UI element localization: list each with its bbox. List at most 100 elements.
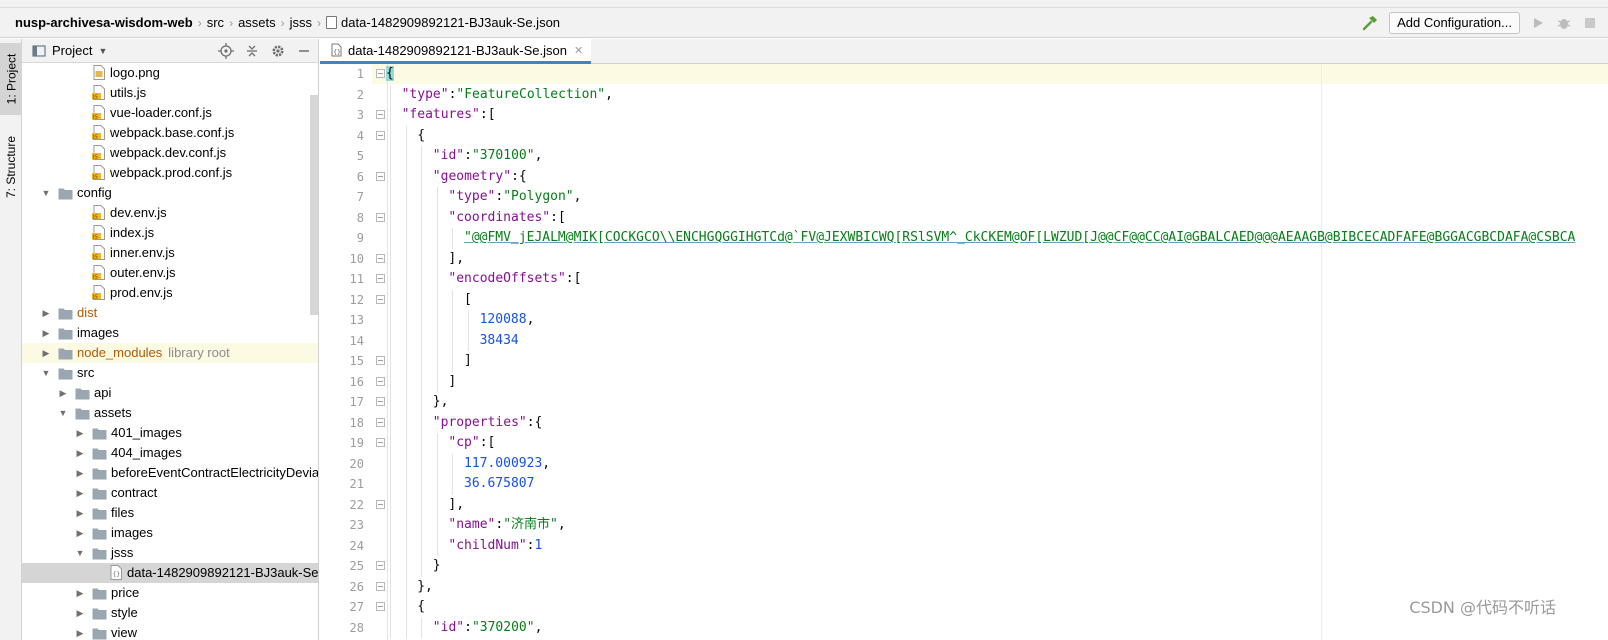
chevron-down-icon[interactable]: ▼ [41, 363, 51, 383]
chevron-right-icon[interactable]: ▶ [41, 323, 51, 343]
close-icon[interactable]: ✕ [574, 44, 583, 57]
debug-icon[interactable] [1556, 15, 1572, 31]
tree-folder-row[interactable]: ▶ api [22, 383, 318, 403]
tree-folder-row[interactable]: ▶ style [22, 603, 318, 623]
tree-file-row[interactable]: JS outer.env.js [22, 263, 318, 283]
tree-folder-row[interactable]: ▶ files [22, 503, 318, 523]
chevron-down-icon[interactable]: ▼ [75, 543, 85, 563]
line-number: 7 [356, 190, 364, 204]
tree-folder-row[interactable]: ▼ jsss [22, 543, 318, 563]
indent-guide [452, 474, 454, 495]
chevron-right-icon[interactable]: ▶ [75, 623, 85, 640]
tree-file-row[interactable]: JS prod.env.js [22, 283, 318, 303]
fold-marker-icon[interactable] [376, 253, 385, 263]
tree-folder-row[interactable]: ▶ images [22, 323, 318, 343]
breadcrumb-separator: › [280, 15, 285, 30]
chevron-right-icon[interactable]: ▶ [41, 303, 51, 323]
run-icon[interactable] [1530, 15, 1546, 31]
fold-marker-icon[interactable] [376, 499, 385, 509]
line-number: 13 [349, 313, 364, 327]
fold-marker-icon[interactable] [376, 130, 385, 140]
fold-marker-icon[interactable] [376, 376, 385, 386]
tree-file-row[interactable]: JS utils.js [22, 83, 318, 103]
hide-panel-icon[interactable] [296, 43, 312, 59]
tree-file-row[interactable]: JS index.js [22, 223, 318, 243]
chevron-down-icon[interactable]: ▼ [58, 403, 68, 423]
fold-marker-icon[interactable] [376, 110, 385, 119]
tree-folder-row[interactable]: ▶ contract [22, 483, 318, 503]
chevron-right-icon[interactable]: ▶ [75, 523, 85, 543]
gear-icon[interactable] [270, 43, 286, 59]
code-editor[interactable]: 1{2 "type":"FeatureCollection", 3 "features… [320, 64, 1608, 640]
fold-marker-icon[interactable] [376, 397, 385, 406]
tree-folder-row[interactable]: ▶ 401_images [22, 423, 318, 443]
tree-folder-row[interactable]: ▶ price [22, 583, 318, 603]
indent-guide [421, 289, 423, 310]
line-number: 23 [349, 518, 364, 532]
chevron-right-icon[interactable]: ▶ [58, 383, 68, 403]
chevron-right-icon[interactable]: ▶ [41, 343, 51, 363]
indent-guide [390, 146, 391, 167]
chevron-right-icon[interactable]: ▶ [75, 443, 85, 463]
fold-marker-icon[interactable] [376, 602, 385, 611]
tab-json-file[interactable]: {} data-1482909892121-BJ3auk-Se.json ✕ [320, 39, 592, 64]
indent-guide [452, 330, 454, 351]
tree-file-row[interactable]: JS webpack.dev.conf.js [22, 143, 318, 163]
chevron-right-icon[interactable]: ▶ [75, 483, 85, 503]
tree-folder-row[interactable]: ▼ config [22, 183, 318, 203]
fold-marker-icon[interactable] [376, 171, 385, 181]
breadcrumb-item[interactable]: src [204, 15, 227, 30]
line-number: 20 [349, 456, 364, 471]
tree-folder-row[interactable]: ▼ src [22, 363, 318, 383]
tree-folder-row[interactable]: ▶ images [22, 523, 318, 543]
fold-marker-icon[interactable] [376, 212, 385, 222]
fold-marker-icon[interactable] [376, 561, 385, 570]
project-tree-scrollbar[interactable] [310, 95, 318, 315]
folder-icon [92, 428, 107, 440]
chevron-down-icon[interactable]: ▼ [41, 183, 51, 203]
chevron-right-icon[interactable]: ▶ [75, 503, 85, 523]
build-hammer-icon[interactable] [1361, 14, 1379, 32]
chevron-right-icon[interactable]: ▶ [75, 463, 85, 483]
svg-text:JS: JS [92, 214, 98, 220]
tree-folder-row[interactable]: ▶ 404_images [22, 443, 318, 463]
collapse-all-icon[interactable] [244, 43, 260, 59]
tree-file-row[interactable]: JS inner.env.js [22, 243, 318, 263]
line-number: 18 [349, 415, 364, 430]
fold-marker-icon[interactable] [376, 438, 385, 447]
breadcrumb-item[interactable]: assets [235, 15, 279, 30]
fold-marker-icon[interactable] [376, 581, 385, 591]
tree-file-row[interactable]: logo.png [22, 63, 318, 83]
fold-marker-icon[interactable] [376, 356, 385, 365]
tree-file-row[interactable]: JS vue-loader.conf.js [22, 103, 318, 123]
project-view-selector[interactable]: Project ▼ [22, 43, 107, 58]
tree-file-row[interactable]: JS dev.env.js [22, 203, 318, 223]
chevron-right-icon[interactable]: ▶ [75, 423, 85, 443]
fold-marker-icon[interactable] [376, 274, 385, 283]
chevron-right-icon[interactable]: ▶ [75, 603, 85, 623]
indent-guide [452, 228, 454, 249]
tree-file-row[interactable]: JS webpack.base.conf.js [22, 123, 318, 143]
tree-folder-row[interactable]: ▶ view [22, 623, 318, 640]
tab-structure-tool-window[interactable]: 7: Structure [0, 125, 22, 209]
tree-file-row[interactable]: JS webpack.prod.conf.js [22, 163, 318, 183]
fold-marker-icon[interactable] [376, 417, 385, 427]
stop-icon[interactable] [1582, 15, 1598, 31]
locate-target-icon[interactable] [218, 43, 234, 59]
tree-file-row[interactable]: {} data-1482909892121-BJ3auk-Se [22, 563, 318, 583]
tree-item-label: assets [94, 405, 132, 420]
tree-folder-row[interactable]: ▶ dist [22, 303, 318, 323]
code-line: ] [464, 351, 472, 371]
breadcrumb-item[interactable]: jsss [287, 15, 315, 30]
svg-text:JS: JS [92, 94, 98, 100]
add-configuration-button[interactable]: Add Configuration... [1389, 12, 1520, 34]
tree-folder-row[interactable]: ▶ beforeEventContractElectricityDevia [22, 463, 318, 483]
breadcrumb-project[interactable]: nusp-archivesa-wisdom-web [12, 15, 196, 30]
fold-marker-icon[interactable] [376, 294, 385, 304]
chevron-right-icon[interactable]: ▶ [75, 583, 85, 603]
tree-folder-row[interactable]: ▼ assets [22, 403, 318, 423]
tree-folder-row[interactable]: ▶ node_modules library root [22, 343, 318, 363]
fold-marker-icon[interactable] [376, 69, 385, 78]
breadcrumb-file[interactable]: data-1482909892121-BJ3auk-Se.json [323, 15, 563, 30]
tab-project-tool-window[interactable]: 1: Project [0, 43, 22, 115]
